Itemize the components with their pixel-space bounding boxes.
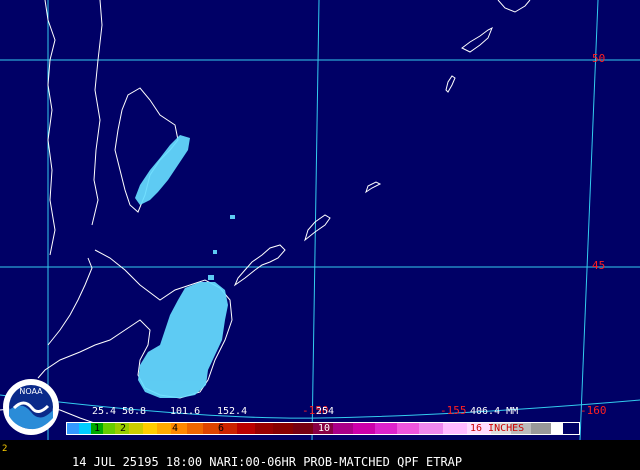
footer-bar: 14 JUL 25195 18:00 NARI:00-06HR PROB-MAT…	[0, 440, 640, 469]
coast-kuril-5	[461, 26, 493, 53]
legend-inch-6: 6	[218, 423, 225, 434]
grid-lon-3	[579, 0, 599, 440]
svg-text:NOAA: NOAA	[19, 387, 43, 396]
map-canvas: 50 45 -150 -155 -160	[0, 0, 640, 440]
legend-mm-101: 101.6	[170, 406, 201, 417]
coast-kamchatka-tip	[497, 0, 531, 13]
legend-mm-25: 25.4	[92, 406, 117, 417]
coast-west-lower	[47, 257, 93, 346]
legend-mm-50: 50.8	[122, 406, 147, 417]
coastlines	[0, 0, 531, 431]
lat-label-45: 45	[592, 259, 606, 272]
map-layers	[0, 0, 640, 440]
legend-inch-16: 16 INCHES	[470, 423, 525, 434]
lon-label-155: -155	[440, 404, 467, 417]
precip-hokkaido	[138, 282, 228, 398]
precip-sakhalin	[135, 135, 190, 205]
coast-west	[44, 0, 56, 256]
legend-inch-2: 2	[120, 423, 127, 434]
precip-speck-1	[230, 215, 235, 219]
legend-inch-4: 4	[172, 423, 179, 434]
precip-speck-2	[213, 250, 217, 254]
coast-kuril-4	[445, 75, 456, 93]
noaa-logo-icon: NOAA	[2, 378, 60, 436]
coast-kuril-1	[233, 244, 286, 287]
lon-label-160: -160	[580, 404, 607, 417]
coast-kuril-3	[365, 181, 382, 194]
legend-inch-10: 10	[318, 423, 331, 434]
lat-label-50: 50	[592, 52, 606, 65]
corner-mark: 2	[2, 444, 8, 454]
legend-mm-406: 406.4 MM	[470, 406, 519, 417]
coast-sakhalin-west	[91, 0, 103, 226]
product-title: 14 JUL 25195 18:00 NARI:00-06HR PROB-MAT…	[72, 455, 463, 469]
coast-kuril-2	[304, 214, 331, 242]
legend-mm-254: 254	[316, 406, 335, 417]
legend-inch-1: 1	[94, 423, 101, 434]
lat-lon-grid	[0, 0, 640, 440]
legend-mm-152: 152.4	[217, 406, 248, 417]
precip-speck-3	[208, 275, 214, 280]
